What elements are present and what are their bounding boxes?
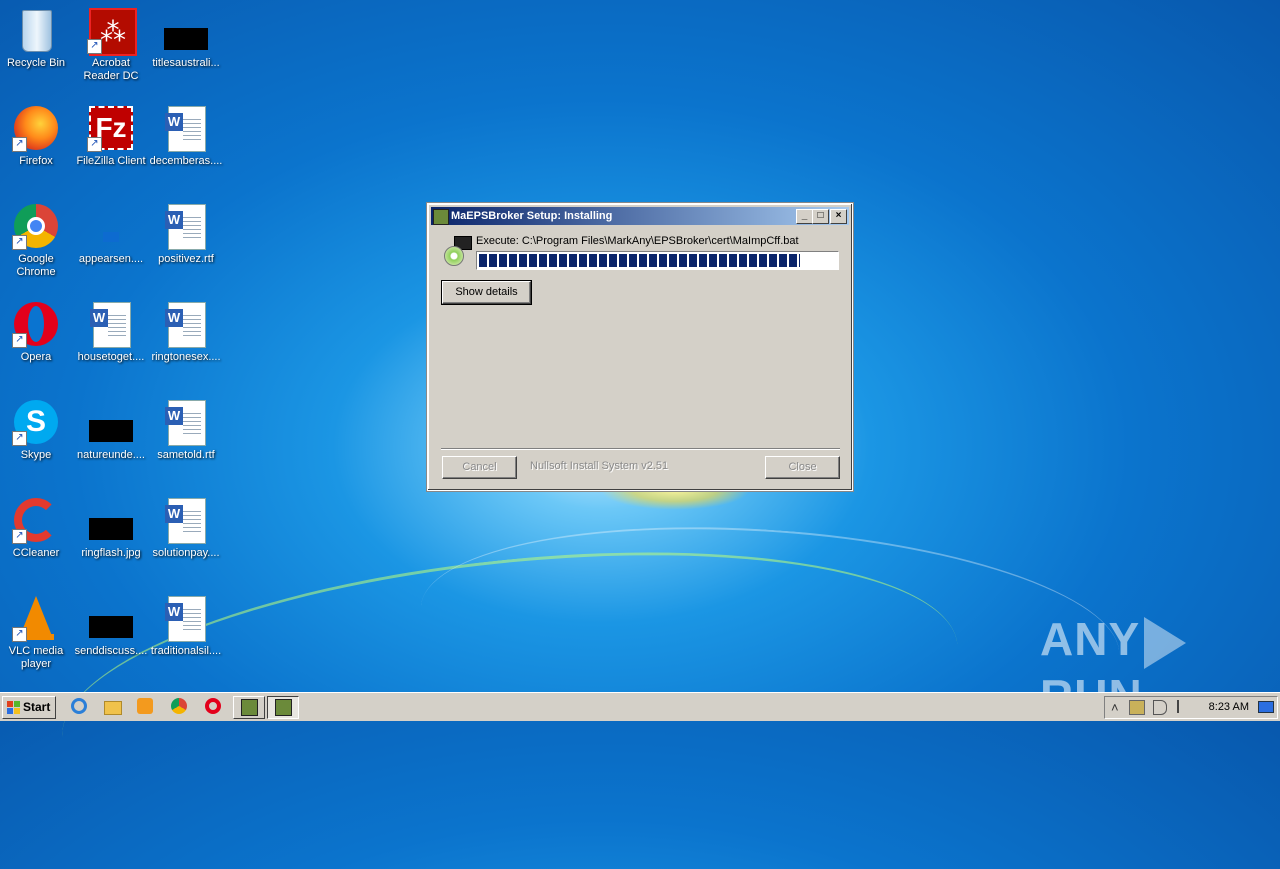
desktop-icon-acrobat[interactable]: ⁂ ↗ Acrobat Reader DC xyxy=(73,6,149,83)
word-doc-icon: W xyxy=(162,300,210,348)
recycle-bin-icon xyxy=(12,6,60,54)
word-doc-icon: W xyxy=(162,202,210,250)
action-center-flag-icon[interactable] xyxy=(1177,700,1191,713)
chrome-icon: ↗ xyxy=(12,202,60,250)
install-disc-icon xyxy=(442,236,472,266)
shortcut-arrow-icon: ↗ xyxy=(12,431,27,446)
acrobat-icon: ⁂ ↗ xyxy=(87,6,137,56)
desktop-icon-sametold[interactable]: W sametold.rtf xyxy=(148,398,224,462)
shortcut-arrow-icon: ↗ xyxy=(87,137,102,152)
watermark-any: ANY xyxy=(1040,613,1141,665)
image-file-icon xyxy=(162,6,210,54)
installer-app-icon xyxy=(275,699,292,716)
image-file-icon xyxy=(87,594,135,642)
close-button[interactable]: Close xyxy=(765,456,840,479)
word-doc-icon: W xyxy=(162,104,210,152)
taskbar: Start ˄ 8:23 AM xyxy=(0,692,1280,721)
play-logo-icon xyxy=(1144,616,1187,669)
desktop-icon-ringtonesex[interactable]: W ringtonesex.... xyxy=(148,300,224,364)
execute-status-text: Execute: C:\Program Files\MarkAny\EPSBro… xyxy=(476,235,799,247)
desktop-icon-ccleaner[interactable]: ↗ CCleaner xyxy=(0,496,74,560)
dialog-separator xyxy=(441,448,840,450)
image-file-icon xyxy=(87,398,135,446)
opera-icon[interactable] xyxy=(205,698,223,716)
chrome-icon[interactable] xyxy=(171,698,189,716)
show-hidden-icons-button[interactable]: ˄ xyxy=(1111,700,1119,715)
explorer-icon[interactable] xyxy=(104,698,122,716)
desktop-icon-titlesaustrali[interactable]: titlesaustrali... xyxy=(148,6,224,70)
image-file-icon xyxy=(87,496,135,544)
shortcut-arrow-icon: ↗ xyxy=(12,333,27,348)
desktop-icon-natureunde[interactable]: natureunde.... xyxy=(73,398,149,462)
desktop-icon-traditionalsil[interactable]: W traditionalsil.... xyxy=(148,594,224,658)
network-icon[interactable] xyxy=(1129,700,1145,715)
desktop-icon-firefox[interactable]: ↗ Firefox xyxy=(0,104,74,168)
desktop-icon-senddiscuss[interactable]: senddiscuss.... xyxy=(73,594,149,658)
taskbar-installer-task-active[interactable] xyxy=(267,696,299,719)
desktop-icon-positivez[interactable]: W positivez.rtf xyxy=(148,202,224,266)
dialog-title: MaEPSBroker Setup: Installing xyxy=(451,210,613,222)
desktop-icon-appearsen[interactable]: appearsen.... xyxy=(73,202,149,266)
progress-fill xyxy=(479,254,800,267)
word-doc-icon: W xyxy=(162,594,210,642)
system-tray: ˄ 8:23 AM xyxy=(1104,696,1278,719)
start-button[interactable]: Start xyxy=(2,696,56,719)
shortcut-arrow-icon: ↗ xyxy=(12,529,27,544)
desktop-icon-filezilla[interactable]: Fz ↗ FileZilla Client xyxy=(73,104,149,168)
word-doc-icon: W xyxy=(162,496,210,544)
close-window-button[interactable]: × xyxy=(830,209,847,224)
file-icon xyxy=(87,202,135,250)
nsis-branding: Nullsoft Install System v2.51 xyxy=(530,460,669,472)
desktop-icon-housetoget[interactable]: W housetoget.... xyxy=(73,300,149,364)
desktop-icon-chrome[interactable]: ↗ Google Chrome xyxy=(0,202,74,279)
desktop-icon-ringflash[interactable]: ringflash.jpg xyxy=(73,496,149,560)
install-progress-bar xyxy=(476,251,839,270)
shortcut-arrow-icon: ↗ xyxy=(87,39,102,54)
word-doc-icon: W xyxy=(162,398,210,446)
show-desktop-button[interactable] xyxy=(1258,701,1274,713)
vlc-icon: ↗ xyxy=(12,594,60,642)
shortcut-arrow-icon: ↗ xyxy=(12,627,27,642)
filezilla-icon: Fz ↗ xyxy=(87,104,135,152)
shortcut-arrow-icon: ↗ xyxy=(12,137,27,152)
cancel-button[interactable]: Cancel xyxy=(442,456,517,479)
clock[interactable]: 8:23 AM xyxy=(1209,701,1249,713)
desktop-icon-solutionpay[interactable]: W solutionpay.... xyxy=(148,496,224,560)
taskbar-installer-task[interactable] xyxy=(233,696,265,719)
opera-icon: ↗ xyxy=(12,300,60,348)
media-player-icon[interactable] xyxy=(137,698,155,716)
desktop-icon-decemberas[interactable]: W decemberas.... xyxy=(148,104,224,168)
skype-icon: S ↗ xyxy=(12,398,60,446)
minimize-button[interactable]: _ xyxy=(796,209,813,224)
installer-app-icon xyxy=(433,209,449,225)
ccleaner-icon: ↗ xyxy=(12,496,60,544)
show-details-button[interactable]: Show details xyxy=(441,280,532,305)
desktop-icon-opera[interactable]: ↗ Opera xyxy=(0,300,74,364)
maximize-button[interactable]: □ xyxy=(812,209,829,224)
installer-dialog: MaEPSBroker Setup: Installing _ □ × Exec… xyxy=(427,203,853,491)
windows-logo-icon xyxy=(7,701,21,714)
dialog-title-bar[interactable]: MaEPSBroker Setup: Installing _ □ × xyxy=(431,207,849,225)
desktop-icon-skype[interactable]: S ↗ Skype xyxy=(0,398,74,462)
installer-app-icon xyxy=(241,699,258,716)
firefox-icon: ↗ xyxy=(12,104,60,152)
shortcut-arrow-icon: ↗ xyxy=(12,235,27,250)
desktop-icon-vlc[interactable]: ↗ VLC media player xyxy=(0,594,74,671)
desktop-icon-recycle-bin[interactable]: Recycle Bin xyxy=(0,6,74,70)
volume-icon[interactable] xyxy=(1153,700,1167,715)
word-doc-icon: W xyxy=(87,300,135,348)
internet-explorer-icon[interactable] xyxy=(71,698,89,716)
